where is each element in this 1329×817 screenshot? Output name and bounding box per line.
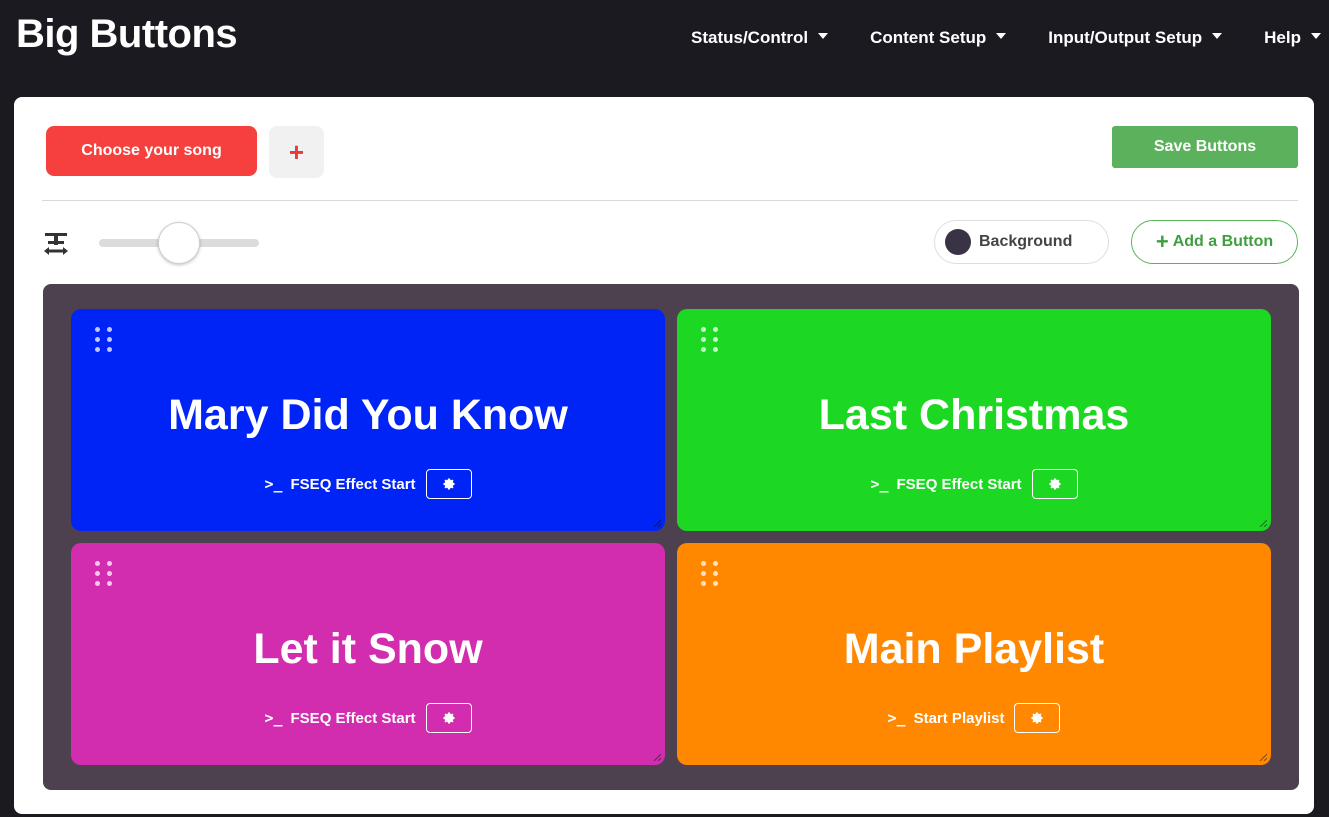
gear-icon bbox=[443, 478, 455, 490]
caret-down-icon bbox=[1212, 33, 1223, 39]
big-button[interactable]: Mary Did You Know >_ FSEQ Effect Start bbox=[71, 309, 665, 531]
button-action: >_ FSEQ Effect Start bbox=[71, 469, 665, 499]
text-size-icon bbox=[44, 233, 68, 255]
button-action: >_ FSEQ Effect Start bbox=[71, 703, 665, 733]
nav-label: Input/Output Setup bbox=[1048, 28, 1203, 47]
top-navbar: Big Buttons Status/Control Content Setup… bbox=[0, 0, 1329, 90]
nav-help[interactable]: Help bbox=[1264, 28, 1321, 48]
nav-label: Help bbox=[1264, 28, 1301, 47]
action-label: FSEQ Effect Start bbox=[896, 475, 1022, 493]
add-button-button[interactable]: + Add a Button bbox=[1131, 220, 1298, 264]
divider bbox=[42, 200, 1298, 201]
big-button[interactable]: Last Christmas >_ FSEQ Effect Start bbox=[677, 309, 1271, 531]
nav-label: Content Setup bbox=[870, 28, 987, 47]
button-title: Main Playlist bbox=[843, 625, 1105, 673]
action-label: Start Playlist bbox=[913, 709, 1005, 727]
nav-label: Status/Control bbox=[690, 28, 809, 47]
main-panel: Choose your song + Save Buttons Backgrou… bbox=[14, 97, 1314, 814]
terminal-icon: >_ bbox=[887, 709, 906, 727]
background-label: Background bbox=[979, 233, 1073, 250]
add-page-button[interactable]: + bbox=[269, 126, 324, 178]
text-size-slider[interactable] bbox=[99, 222, 259, 264]
resize-handle-icon[interactable] bbox=[653, 753, 661, 761]
resize-handle-icon[interactable] bbox=[1259, 753, 1267, 761]
action-label: FSEQ Effect Start bbox=[290, 475, 416, 493]
caret-down-icon bbox=[996, 33, 1007, 39]
buttons-grid: Mary Did You Know >_ FSEQ Effect Start L… bbox=[43, 284, 1299, 790]
background-color-swatch bbox=[945, 229, 971, 255]
settings-button[interactable] bbox=[425, 703, 472, 733]
drag-handle-icon[interactable] bbox=[95, 327, 115, 353]
nav-content-setup[interactable]: Content Setup bbox=[870, 28, 1007, 48]
settings-button[interactable] bbox=[1014, 703, 1061, 733]
drag-handle-icon[interactable] bbox=[701, 327, 721, 353]
caret-down-icon bbox=[1311, 33, 1321, 39]
add-button-label: Add a Button bbox=[1172, 233, 1274, 250]
big-button[interactable]: Let it Snow >_ FSEQ Effect Start bbox=[71, 543, 665, 765]
button-action: >_ FSEQ Effect Start bbox=[677, 469, 1271, 499]
slider-thumb[interactable] bbox=[158, 222, 200, 264]
save-buttons-button[interactable]: Save Buttons bbox=[1112, 126, 1298, 168]
nav-input-output-setup[interactable]: Input/Output Setup bbox=[1048, 28, 1223, 48]
resize-handle-icon[interactable] bbox=[653, 519, 661, 527]
choose-song-button[interactable]: Choose your song bbox=[46, 126, 257, 176]
terminal-icon: >_ bbox=[264, 475, 283, 493]
gear-icon bbox=[1031, 712, 1043, 724]
resize-handle-icon[interactable] bbox=[1259, 519, 1267, 527]
gear-icon bbox=[443, 712, 455, 724]
plus-icon: + bbox=[1155, 229, 1169, 254]
big-button[interactable]: Main Playlist >_ Start Playlist bbox=[677, 543, 1271, 765]
button-action: >_ Start Playlist bbox=[677, 703, 1271, 733]
action-label: FSEQ Effect Start bbox=[290, 709, 416, 727]
gear-icon bbox=[1049, 478, 1061, 490]
app-title[interactable]: Big Buttons bbox=[16, 12, 238, 57]
settings-button[interactable] bbox=[1031, 469, 1078, 499]
terminal-icon: >_ bbox=[264, 709, 283, 727]
button-title: Let it Snow bbox=[253, 625, 483, 673]
terminal-icon: >_ bbox=[870, 475, 889, 493]
nav-status-control[interactable]: Status/Control bbox=[690, 28, 829, 48]
button-title: Last Christmas bbox=[818, 391, 1130, 439]
button-title: Mary Did You Know bbox=[168, 391, 568, 439]
caret-down-icon bbox=[818, 33, 829, 39]
drag-handle-icon[interactable] bbox=[95, 561, 115, 587]
drag-handle-icon[interactable] bbox=[701, 561, 721, 587]
background-button[interactable]: Background bbox=[934, 220, 1109, 264]
nav-menu: Status/Control Content Setup Input/Outpu… bbox=[691, 28, 1321, 48]
settings-button[interactable] bbox=[425, 469, 472, 499]
